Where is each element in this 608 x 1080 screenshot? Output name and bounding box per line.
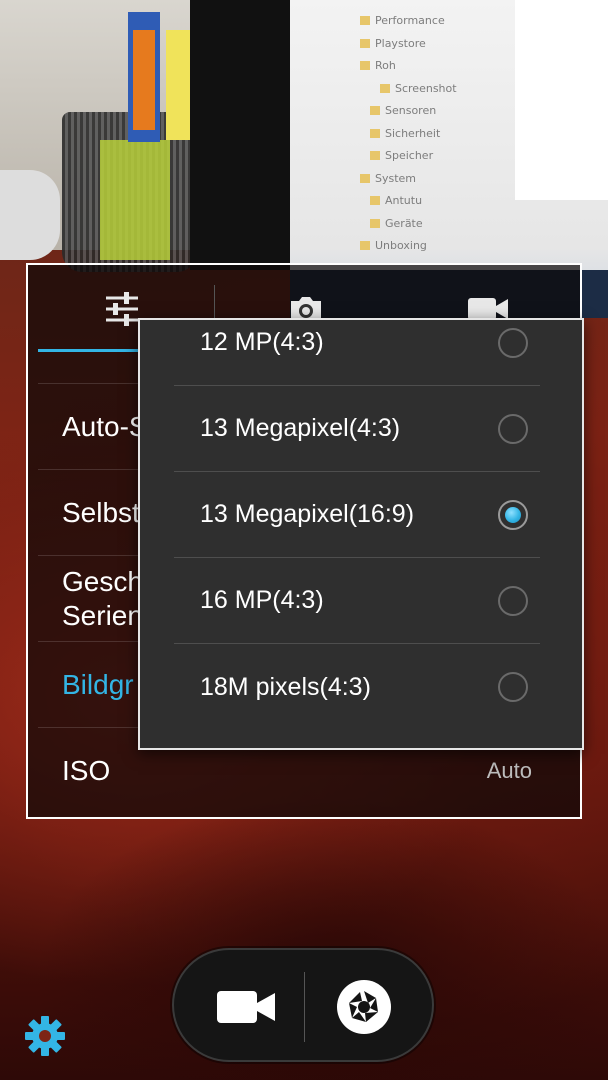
setting-label: Auto-S: [62, 410, 148, 442]
setting-label: Selbst: [62, 496, 140, 528]
folder-item: Geräte: [360, 213, 457, 236]
folder-tree: Performance Playstore Roh Screenshot Sen…: [360, 10, 457, 258]
settings-button[interactable]: [22, 1013, 68, 1059]
folder-item: Roh: [360, 55, 457, 78]
option-label: 13 Megapixel(16:9): [200, 500, 415, 528]
folder-item: Sicherheit: [360, 123, 457, 146]
shutter-button[interactable]: [314, 964, 414, 1050]
option-label: 13 Megapixel(4:3): [200, 414, 401, 442]
folder-item: Sensoren: [360, 100, 457, 123]
aperture-shutter-icon: [337, 980, 391, 1034]
folder-item: Performance: [360, 10, 457, 33]
picture-size-option[interactable]: 12 MP(4:3): [174, 320, 540, 386]
screen-glare: [515, 0, 608, 200]
radio-button[interactable]: [498, 413, 528, 444]
sliders-icon: [106, 292, 138, 326]
setting-value: Auto: [486, 757, 532, 783]
option-label: 12 MP(4:3): [200, 328, 324, 356]
option-label: 18M pixels(4:3): [200, 672, 371, 701]
setting-label: Bildgr: [62, 668, 134, 700]
gear-icon: [25, 1016, 65, 1056]
setting-label: ISO: [62, 754, 111, 786]
orange-pen: [133, 30, 155, 130]
radio-button[interactable]: [498, 585, 528, 616]
video-record-button[interactable]: [198, 972, 294, 1042]
folder-item: Screenshot: [360, 78, 457, 101]
folder-item: Unboxing: [360, 235, 457, 258]
radio-button-selected[interactable]: [498, 499, 528, 530]
capture-controls: [172, 948, 434, 1062]
folder-item: System: [360, 168, 457, 191]
picture-size-dropdown: 12 MP(4:3) 13 Megapixel(4:3) 13 Megapixe…: [138, 318, 584, 750]
monitor-bezel: [190, 0, 305, 270]
radio-button[interactable]: [498, 327, 528, 358]
option-label: 16 MP(4:3): [200, 586, 324, 614]
controls-divider: [304, 972, 305, 1042]
picture-size-option[interactable]: 13 Megapixel(16:9): [174, 472, 540, 558]
cloth-background: [0, 170, 60, 260]
folder-item: Antutu: [360, 190, 457, 213]
picture-size-option[interactable]: 18M pixels(4:3): [174, 644, 540, 730]
picture-size-option[interactable]: 16 MP(4:3): [174, 558, 540, 644]
folder-item: Playstore: [360, 33, 457, 56]
radio-button[interactable]: [498, 672, 528, 702]
green-paper: [100, 140, 170, 260]
setting-label: Gesch Serien: [62, 565, 143, 631]
picture-size-option[interactable]: 13 Megapixel(4:3): [174, 386, 540, 472]
video-camera-icon: [217, 991, 275, 1023]
folder-item: Speicher: [360, 145, 457, 168]
